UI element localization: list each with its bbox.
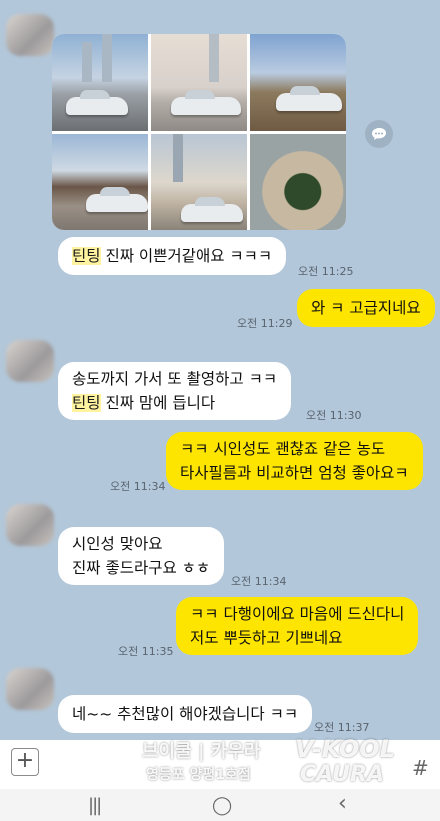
avatar[interactable] — [6, 504, 54, 546]
photo-5[interactable] — [151, 133, 247, 230]
message-line: 저도 뿌듯하고 기쁘네요 — [190, 629, 343, 647]
message-line: ㅋㅋ 다행이에요 마음에 드신다니 — [190, 605, 405, 623]
chat-area[interactable]: 틴팅 진짜 이쁜거같애요 ㅋㅋㅋ 오전 11:25 와 ㅋ 고급지네요 오전 1… — [0, 0, 440, 740]
message-time: 오전 11:34 — [231, 575, 287, 588]
highlight-text: 틴팅 — [72, 247, 101, 265]
recent-apps-icon[interactable]: ||| — [88, 795, 102, 816]
watermark-line1: 브이쿨 | 카우라 — [142, 741, 261, 762]
watermark-brand-vkool: V-KOOL — [295, 735, 395, 763]
message-time: 오전 11:25 — [298, 265, 354, 278]
watermark-line2: 영등포 양평1호점 — [146, 767, 251, 783]
message-bubble-outgoing[interactable]: ㅋㅋ 다행이에요 마음에 드신다니 저도 뿌듯하고 기쁘네요 — [176, 597, 419, 655]
home-icon[interactable]: ◯ — [212, 795, 232, 816]
photo-grid[interactable] — [52, 34, 346, 230]
message-line: 시인성 맞아요 — [72, 535, 163, 553]
highlight-text: 틴팅 — [72, 394, 101, 412]
watermark-brand-caura: CAURA — [300, 762, 385, 787]
hash-icon[interactable]: # — [412, 756, 429, 780]
photo-3[interactable] — [250, 34, 346, 131]
message-time: 오전 11:29 — [237, 317, 293, 330]
system-navbar: ||| ◯ ‹ — [0, 789, 440, 821]
message-line: 진짜 맘에 듭니다 — [100, 394, 216, 412]
message-text: 와 ㅋ 고급지네요 — [311, 299, 421, 317]
message-bubble-incoming[interactable]: 시인성 맞아요 진짜 좋드라구요 ㅎㅎ — [58, 527, 225, 585]
photo-2[interactable] — [151, 34, 247, 131]
message-bubble-incoming[interactable]: 틴팅 진짜 이쁜거같애요 ㅋㅋㅋ — [58, 237, 287, 275]
message-line: 타사필름과 비교하면 엄청 좋아요ㅋ — [180, 464, 409, 482]
photo-1[interactable] — [52, 34, 148, 131]
message-line: 진짜 좋드라구요 ㅎㅎ — [72, 559, 211, 577]
back-icon[interactable]: ‹ — [338, 791, 347, 816]
avatar[interactable] — [6, 340, 54, 382]
message-time: 오전 11:37 — [314, 721, 370, 734]
message-time: 오전 11:35 — [118, 645, 174, 658]
avatar[interactable] — [6, 668, 54, 710]
photo-4[interactable] — [52, 133, 148, 230]
avatar[interactable] — [6, 14, 54, 56]
message-bubble-incoming[interactable]: 네~~ 추천많이 해야겠습니다 ㅋㅋ — [58, 695, 313, 733]
message-text: 진짜 이쁜거같애요 ㅋㅋㅋ — [100, 247, 273, 265]
message-line: ㅋㅋ 시인성도 괜찮죠 같은 농도 — [180, 440, 386, 458]
photo-6[interactable] — [250, 133, 346, 230]
message-time: 오전 11:34 — [110, 480, 166, 493]
share-icon[interactable] — [365, 120, 393, 148]
message-time: 오전 11:30 — [306, 409, 362, 422]
message-bubble-outgoing[interactable]: 와 ㅋ 고급지네요 — [297, 289, 435, 327]
message-text: 네~~ 추천많이 해야겠습니다 ㅋㅋ — [72, 705, 299, 723]
message-bubble-outgoing[interactable]: ㅋㅋ 시인성도 괜찮죠 같은 농도 타사필름과 비교하면 엄청 좋아요ㅋ — [166, 432, 423, 490]
message-bubble-incoming[interactable]: 송도까지 가서 또 촬영하고 ㅋㅋ 틴팅 진짜 맘에 듭니다 — [58, 362, 292, 420]
plus-icon[interactable]: + — [11, 748, 39, 776]
message-line: 송도까지 가서 또 촬영하고 ㅋㅋ — [72, 370, 278, 388]
